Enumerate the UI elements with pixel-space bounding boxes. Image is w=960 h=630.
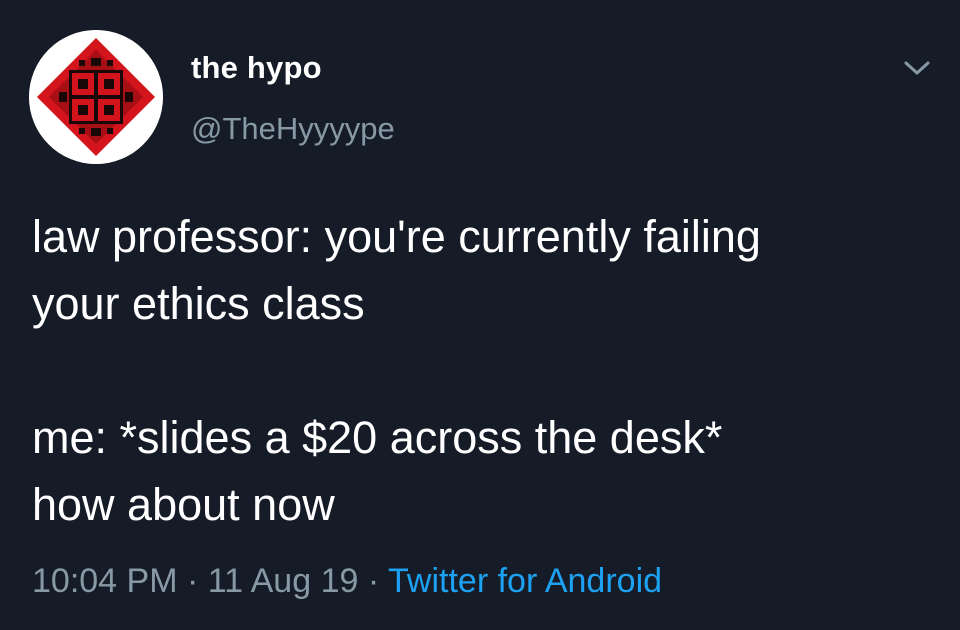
tweet-source-link[interactable]: Twitter for Android bbox=[388, 562, 662, 600]
tweet-line: your ethics class bbox=[32, 278, 365, 329]
meta-separator: · bbox=[367, 562, 380, 600]
more-options-button[interactable] bbox=[902, 58, 932, 78]
author-display-name[interactable]: the hypo bbox=[191, 50, 322, 86]
tweet-time: 10:04 PM bbox=[32, 562, 178, 600]
tweet-card: the hypo @TheHyyyype law professor: you'… bbox=[0, 0, 960, 630]
avatar[interactable] bbox=[29, 30, 163, 164]
tweet-line: me: *slides a $20 across the desk* bbox=[32, 412, 723, 463]
tweet-body: law professor: you're currently failing … bbox=[32, 203, 932, 538]
tweet-line: law professor: you're currently failing bbox=[32, 211, 761, 262]
chevron-down-icon bbox=[904, 61, 930, 75]
red-diamond-fractal-avatar-icon bbox=[29, 30, 163, 164]
tweet-line: how about now bbox=[32, 479, 335, 530]
author-handle[interactable]: @TheHyyyype bbox=[191, 111, 395, 147]
tweet-date[interactable]: 11 Aug 19 bbox=[208, 562, 359, 600]
tweet-metadata: 10:04 PM · 11 Aug 19 · Twitter for Andro… bbox=[32, 562, 662, 601]
meta-separator: · bbox=[186, 562, 199, 600]
